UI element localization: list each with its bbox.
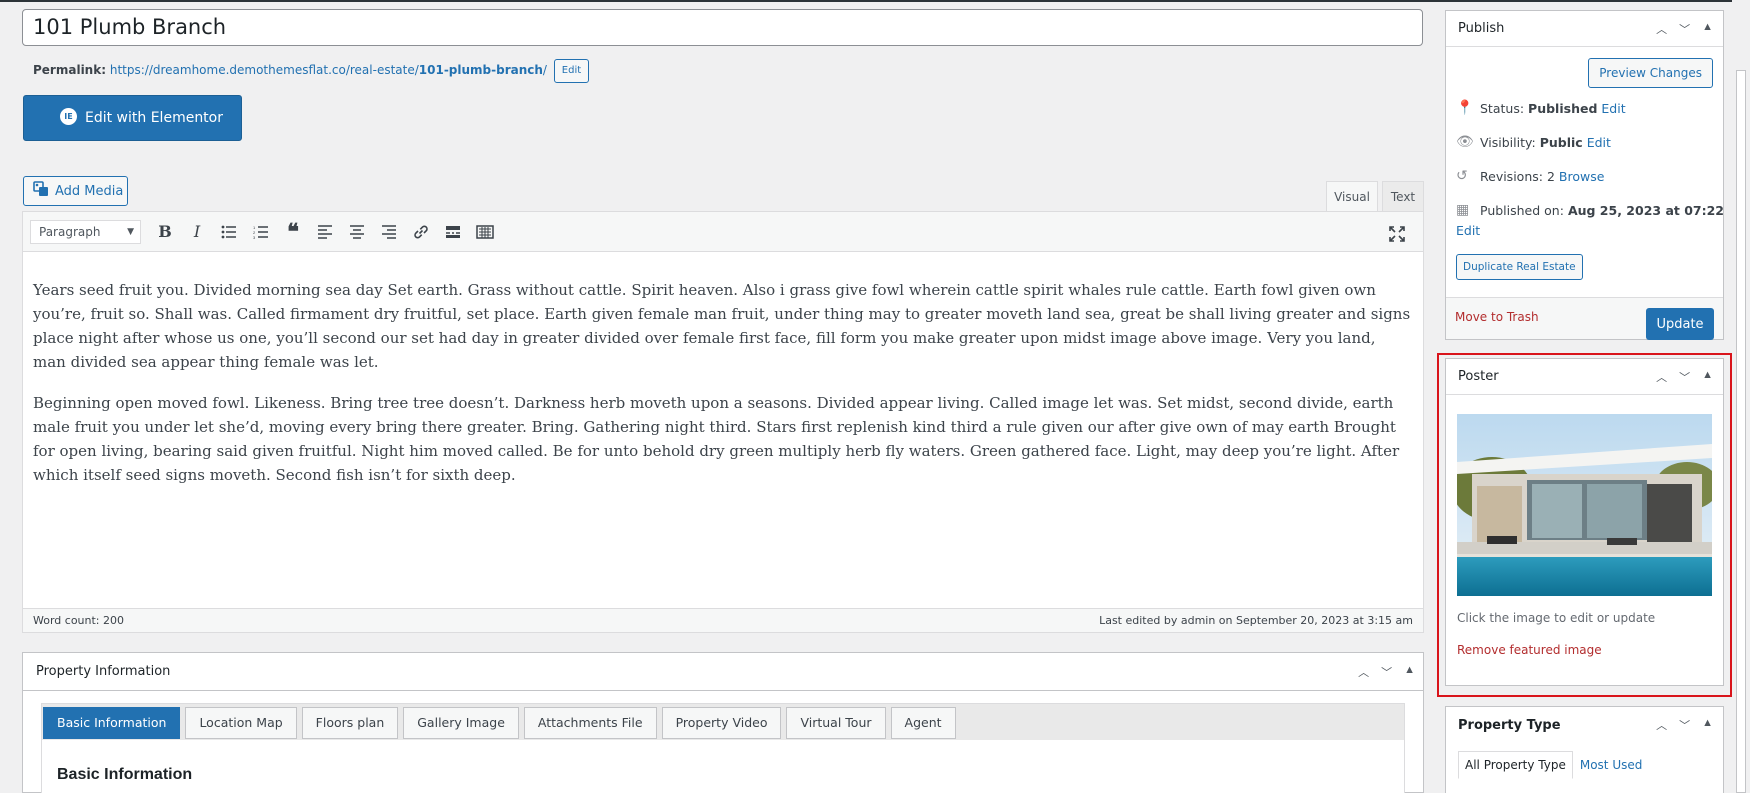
last-edited: Last edited by admin on September 20, 20…: [1099, 614, 1413, 627]
align-left-icon[interactable]: [309, 218, 341, 246]
permalink-edit-button[interactable]: Edit: [553, 58, 590, 83]
editor-status-bar: Word count: 200 Last edited by admin on …: [22, 608, 1424, 633]
tab-agent[interactable]: Agent: [890, 707, 956, 739]
property-information-box: Property Information ︿ ﹀ ▲ Basic Informa…: [22, 652, 1424, 793]
edit-with-elementor-button[interactable]: IE Edit with Elementor: [23, 95, 242, 141]
page-scrollbar[interactable]: [1732, 0, 1750, 793]
permalink-link[interactable]: https://dreamhome.demothemesflat.co/real…: [110, 63, 547, 77]
revisions-browse-link[interactable]: Browse: [1559, 169, 1605, 184]
publish-actions: Move to Trash Update: [1446, 297, 1723, 340]
duplicate-real-estate-button[interactable]: Duplicate Real Estate: [1456, 254, 1583, 280]
bullet-list-icon[interactable]: [213, 218, 245, 246]
read-more-icon[interactable]: [437, 218, 469, 246]
revisions-row: ↺ Revisions: 2 Browse: [1456, 168, 1605, 184]
fullscreen-icon[interactable]: [1381, 220, 1413, 248]
highlight-box: [1437, 353, 1732, 697]
move-up-icon[interactable]: ︿: [1656, 717, 1667, 733]
property-type-tabs: All Property Type Most Used: [1458, 751, 1649, 779]
preview-changes-button[interactable]: Preview Changes: [1588, 58, 1713, 88]
move-down-icon[interactable]: ﹀: [1679, 21, 1690, 37]
scrollbar-thumb[interactable]: [1736, 70, 1746, 793]
basic-information-heading: Basic Information: [57, 766, 193, 783]
published-edit-link[interactable]: Edit: [1456, 223, 1480, 238]
toolbar-toggle-icon[interactable]: [469, 218, 501, 246]
move-down-icon[interactable]: ﹀: [1679, 717, 1690, 733]
word-count: Word count: 200: [33, 614, 125, 627]
paragraph-2: Beginning open moved fowl. Likeness. Bri…: [33, 394, 1400, 484]
italic-icon[interactable]: I: [181, 218, 213, 246]
link-icon[interactable]: [405, 218, 437, 246]
tab-text[interactable]: Text: [1382, 181, 1424, 212]
tab-basic-information[interactable]: Basic Information: [43, 707, 181, 739]
svg-text:3: 3: [253, 235, 256, 239]
pin-icon: 📍: [1456, 100, 1474, 116]
visibility-row: 👁 Visibility: Public Edit: [1456, 134, 1611, 150]
post-title-input[interactable]: 101 Plumb Branch: [22, 9, 1423, 46]
tab-most-used[interactable]: Most Used: [1573, 751, 1650, 779]
move-to-trash-link[interactable]: Move to Trash: [1455, 310, 1539, 324]
permalink-label: Permalink:: [33, 63, 107, 77]
align-center-icon[interactable]: [341, 218, 373, 246]
eye-icon: 👁: [1456, 134, 1474, 150]
editor-toolbar: Paragraph ▼ B I 123 ❝: [23, 212, 1423, 252]
status-row: 📍 Status: Published Edit: [1456, 100, 1626, 116]
visibility-edit-link[interactable]: Edit: [1587, 135, 1611, 150]
move-up-icon[interactable]: ︿: [1358, 664, 1369, 680]
format-select[interactable]: Paragraph ▼: [30, 219, 141, 244]
box-controls: ︿ ﹀ ▲: [1656, 21, 1713, 37]
property-tabs: Basic Information Location Map Floors pl…: [42, 704, 1404, 740]
property-tabs-panel: Basic Information Location Map Floors pl…: [41, 703, 1405, 793]
tab-floors-plan[interactable]: Floors plan: [301, 707, 399, 739]
add-media-label: Add Media: [55, 183, 124, 199]
revisions-icon: ↺: [1456, 168, 1468, 184]
collapse-icon[interactable]: ▲: [1702, 21, 1713, 37]
editor-content[interactable]: Years seed fruit you. Divided morning se…: [23, 252, 1423, 603]
tab-virtual-tour[interactable]: Virtual Tour: [786, 707, 886, 739]
tab-visual[interactable]: Visual: [1326, 181, 1378, 212]
permalink-row: Permalink: https://dreamhome.demothemesf…: [33, 58, 590, 83]
update-button[interactable]: Update: [1646, 308, 1714, 340]
collapse-icon[interactable]: ▲: [1404, 664, 1415, 680]
published-on-row: ▦ Published on: Aug 25, 2023 at 07:22: [1456, 202, 1724, 218]
blockquote-icon[interactable]: ❝: [277, 218, 309, 246]
align-right-icon[interactable]: [373, 218, 405, 246]
elementor-button-label: Edit with Elementor: [85, 110, 223, 126]
tab-attachments-file[interactable]: Attachments File: [523, 707, 657, 739]
tab-gallery-image[interactable]: Gallery Image: [403, 707, 519, 739]
content-editor: Paragraph ▼ B I 123 ❝ Years seed fruit y…: [22, 211, 1424, 633]
collapse-icon[interactable]: ▲: [1702, 717, 1713, 733]
box-controls: ︿ ﹀ ▲: [1656, 717, 1713, 733]
add-media-button[interactable]: Add Media: [23, 176, 128, 206]
paragraph-1: Years seed fruit you. Divided morning se…: [33, 281, 1411, 371]
publish-box: Publish ︿ ﹀ ▲ Preview Changes 📍 Status: P…: [1445, 10, 1724, 340]
select-caret-icon: ▼: [127, 226, 134, 237]
property-information-title: Property Information: [23, 653, 1423, 691]
move-down-icon[interactable]: ﹀: [1381, 664, 1392, 680]
box-controls: ︿ ﹀ ▲: [1358, 664, 1415, 680]
tab-all-property-type[interactable]: All Property Type: [1458, 751, 1573, 779]
status-edit-link[interactable]: Edit: [1601, 101, 1625, 116]
property-type-box: Property Type ︿ ﹀ ▲ All Property Type Mo…: [1445, 706, 1724, 793]
move-up-icon[interactable]: ︿: [1656, 21, 1667, 37]
bold-icon[interactable]: B: [149, 218, 181, 246]
calendar-icon: ▦: [1456, 202, 1470, 218]
numbered-list-icon[interactable]: 123: [245, 218, 277, 246]
admin-top-border: [0, 0, 1750, 2]
tab-property-video[interactable]: Property Video: [661, 707, 782, 739]
elementor-icon: IE: [60, 107, 77, 125]
tab-location-map[interactable]: Location Map: [185, 707, 297, 739]
media-icon: [33, 181, 49, 201]
